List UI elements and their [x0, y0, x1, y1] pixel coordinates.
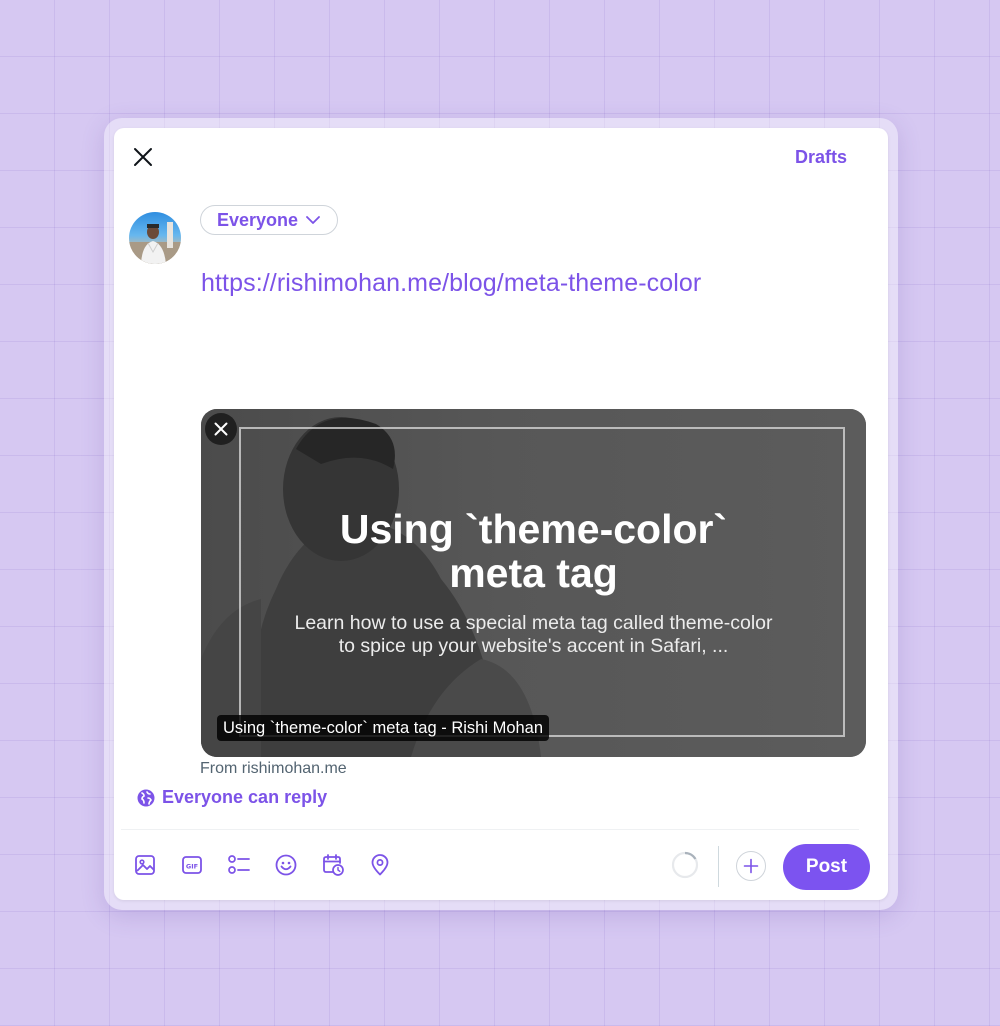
- link-preview-card[interactable]: Using `theme-color` meta tag Learn how t…: [201, 409, 866, 757]
- plus-icon: [743, 858, 759, 874]
- chevron-down-icon: [306, 215, 320, 224]
- reply-setting-label: Everyone can reply: [162, 787, 328, 807]
- globe-icon: [137, 789, 155, 806]
- add-image-button[interactable]: [133, 853, 157, 877]
- link-source: From rishimohan.me: [200, 760, 347, 777]
- character-counter: [671, 851, 699, 879]
- poll-icon: [228, 855, 250, 874]
- compose-dialog: Drafts Everyone https://rishimohan.me/bl…: [114, 128, 888, 900]
- tag-location-button[interactable]: [368, 853, 392, 877]
- close-icon: [214, 422, 228, 436]
- gif-icon: GIF: [182, 856, 202, 874]
- add-thread-post-button[interactable]: [736, 851, 766, 881]
- drafts-button[interactable]: Drafts: [795, 147, 847, 168]
- compose-toolbar: GIF: [133, 853, 415, 877]
- schedule-post-button[interactable]: [321, 853, 345, 877]
- reply-setting-button[interactable]: Everyone can reply: [137, 787, 327, 808]
- emoji-icon: [275, 854, 297, 876]
- preview-title: Using `theme-color` meta tag: [339, 506, 728, 596]
- location-icon: [371, 854, 389, 876]
- toolbar-divider: [121, 829, 859, 830]
- avatar-photo: [129, 222, 181, 264]
- avatar[interactable]: [129, 212, 181, 264]
- post-button[interactable]: Post: [783, 844, 870, 890]
- close-button[interactable]: [130, 144, 156, 170]
- remove-preview-button[interactable]: [205, 413, 237, 445]
- compose-text[interactable]: https://rishimohan.me/blog/meta-theme-co…: [201, 269, 701, 298]
- add-gif-button[interactable]: GIF: [180, 853, 204, 877]
- preview-description: Learn how to use a special meta tag call…: [294, 612, 773, 657]
- svg-text:GIF: GIF: [186, 863, 198, 871]
- add-poll-button[interactable]: [227, 853, 251, 877]
- close-icon: [134, 148, 152, 166]
- audience-selector[interactable]: Everyone: [200, 205, 339, 235]
- preview-title-label: Using `theme-color` meta tag - Rishi Moh…: [217, 715, 550, 741]
- schedule-icon: [323, 854, 344, 876]
- audience-label: Everyone: [217, 209, 299, 230]
- add-emoji-button[interactable]: [274, 853, 298, 877]
- toolbar-separator: [718, 846, 719, 887]
- progress-ring-icon: [671, 851, 699, 879]
- image-icon: [135, 855, 155, 875]
